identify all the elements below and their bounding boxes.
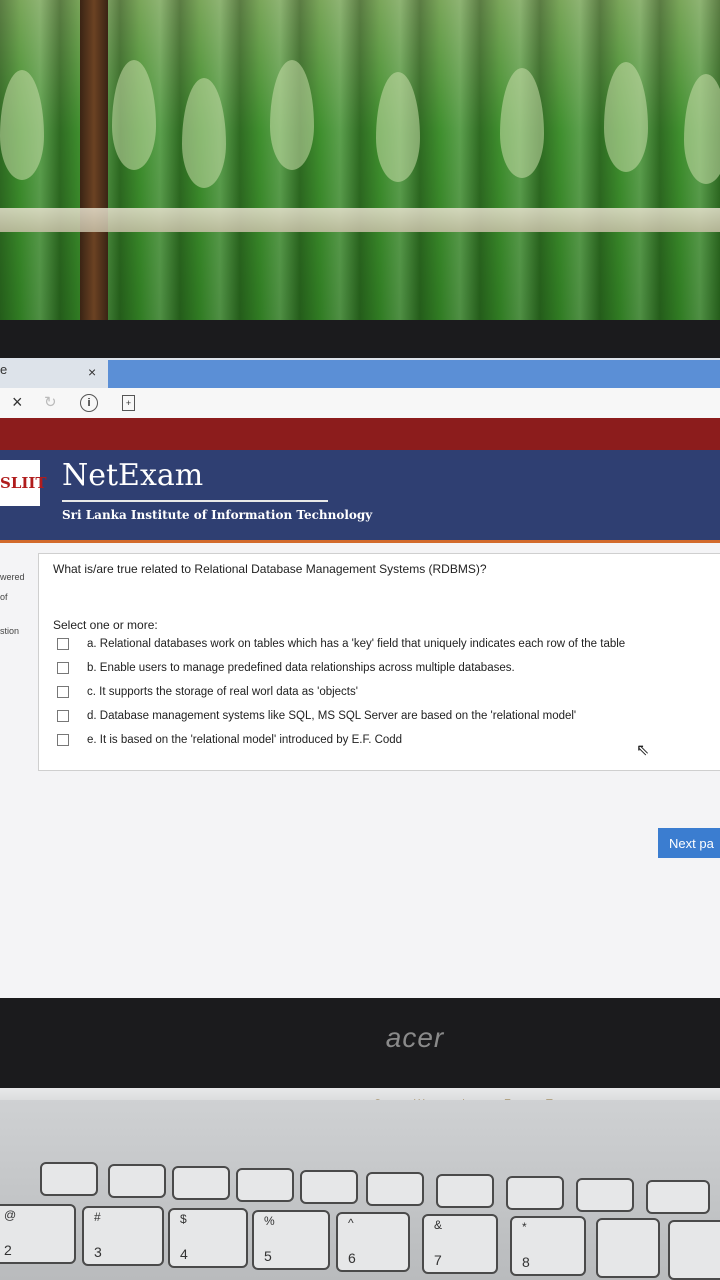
site-header: SLIIT NetExam Sri Lanka Institute of Inf…	[0, 450, 720, 543]
key-symbol: $	[180, 1212, 187, 1226]
key-number: 4	[180, 1246, 188, 1262]
key-f2[interactable]	[40, 1162, 98, 1196]
laptop-screen: e × × ↻ i + SLIIT NetExam Sri Lanka Inst…	[0, 358, 720, 998]
key-number: 8	[522, 1254, 530, 1270]
sidebar-status: wered	[0, 572, 25, 582]
option-c[interactable]: c. It supports the storage of real worl …	[57, 686, 358, 698]
brand-title: NetExam	[62, 458, 204, 493]
curtain-leaf	[500, 68, 544, 178]
question-text: What is/are true related to Relational D…	[53, 562, 487, 576]
key-f3[interactable]	[108, 1164, 166, 1198]
key-0[interactable]	[668, 1220, 720, 1280]
key-f10[interactable]	[576, 1178, 634, 1212]
key-symbol: &	[434, 1218, 443, 1232]
next-page-button[interactable]: Next pa	[658, 828, 720, 858]
option-checkbox[interactable]	[57, 662, 69, 674]
option-label: a. Relational databases work on tables w…	[87, 638, 626, 651]
key-f9[interactable]	[506, 1176, 564, 1210]
key-9[interactable]	[596, 1218, 660, 1278]
key-3[interactable]: #3	[82, 1206, 164, 1266]
key-symbol: @	[4, 1208, 17, 1222]
key-6[interactable]: ^ 6	[336, 1212, 410, 1272]
keyboard-deck: @2 #3 $4 % 5 ^ 6 & 7 * 8	[0, 1100, 720, 1280]
question-card: What is/are true related to Relational D…	[38, 553, 720, 771]
info-icon[interactable]: i	[80, 394, 98, 412]
option-e[interactable]: e. It is based on the 'relational model'…	[57, 734, 402, 746]
reload-icon[interactable]: ↻	[44, 393, 57, 411]
brand-subtitle: Sri Lanka Institute of Information Techn…	[62, 508, 373, 522]
curtain-rod	[80, 0, 108, 330]
key-number: 5	[264, 1248, 272, 1264]
option-checkbox[interactable]	[57, 710, 69, 722]
key-f4[interactable]	[172, 1166, 230, 1200]
option-b[interactable]: b. Enable users to manage predefined dat…	[57, 662, 515, 674]
key-symbol: *	[522, 1220, 527, 1234]
logo-text: SLIIT	[0, 474, 47, 492]
key-symbol: #	[94, 1210, 101, 1224]
curtain-band	[0, 208, 720, 232]
key-2[interactable]: @2	[0, 1204, 76, 1264]
mouse-cursor-icon: ⇖	[636, 742, 650, 759]
key-number: 7	[434, 1252, 442, 1268]
tab-title-fragment[interactable]: e	[0, 362, 7, 377]
active-tab[interactable]	[108, 360, 720, 388]
laptop-brand-logo: acer	[0, 1022, 720, 1054]
key-symbol: ^	[348, 1216, 354, 1230]
curtain-background	[0, 0, 720, 330]
key-4[interactable]: $4	[168, 1208, 248, 1268]
curtain-leaf	[376, 72, 420, 182]
brand-divider	[62, 500, 328, 502]
browser-address-bar: × ↻ i +	[0, 388, 720, 419]
curtain-leaf	[112, 60, 156, 170]
option-a[interactable]: a. Relational databases work on tables w…	[57, 638, 625, 650]
key-f11[interactable]	[646, 1180, 710, 1214]
option-checkbox[interactable]	[57, 638, 69, 650]
select-prompt: Select one or more:	[53, 618, 158, 632]
key-number: 6	[348, 1250, 356, 1266]
key-7[interactable]: & 7	[422, 1214, 498, 1274]
tab-close-icon[interactable]: ×	[88, 364, 96, 380]
key-number: 3	[94, 1244, 102, 1260]
curtain-leaf	[270, 60, 314, 170]
option-label: e. It is based on the 'relational model'…	[87, 734, 403, 747]
key-f8[interactable]	[436, 1174, 494, 1208]
key-f6[interactable]	[300, 1170, 358, 1204]
key-symbol: %	[264, 1214, 275, 1228]
option-label: c. It supports the storage of real worl …	[87, 686, 358, 699]
brand-text: acer	[385, 1022, 445, 1053]
sidebar-of: of	[0, 592, 8, 602]
option-d[interactable]: d. Database management systems like SQL,…	[57, 710, 576, 722]
key-number: 2	[4, 1242, 12, 1258]
key-f5[interactable]	[236, 1168, 294, 1202]
curtain-leaf	[684, 74, 720, 184]
option-checkbox[interactable]	[57, 734, 69, 746]
curtain-leaf	[604, 62, 648, 172]
key-5[interactable]: % 5	[252, 1210, 330, 1270]
stop-icon[interactable]: ×	[12, 392, 23, 413]
option-label: b. Enable users to manage predefined dat…	[87, 662, 515, 675]
option-checkbox[interactable]	[57, 686, 69, 698]
option-label: d. Database management systems like SQL,…	[87, 710, 577, 723]
top-red-bar	[0, 418, 720, 450]
key-f7[interactable]	[366, 1172, 424, 1206]
sliit-logo: SLIIT	[0, 460, 47, 506]
document-icon[interactable]: +	[122, 395, 135, 411]
sidebar-question: stion	[0, 626, 20, 636]
curtain-leaf	[182, 78, 226, 188]
browser-tab-bar: e ×	[0, 358, 720, 388]
key-8[interactable]: * 8	[510, 1216, 586, 1276]
curtain-leaf	[0, 70, 44, 180]
